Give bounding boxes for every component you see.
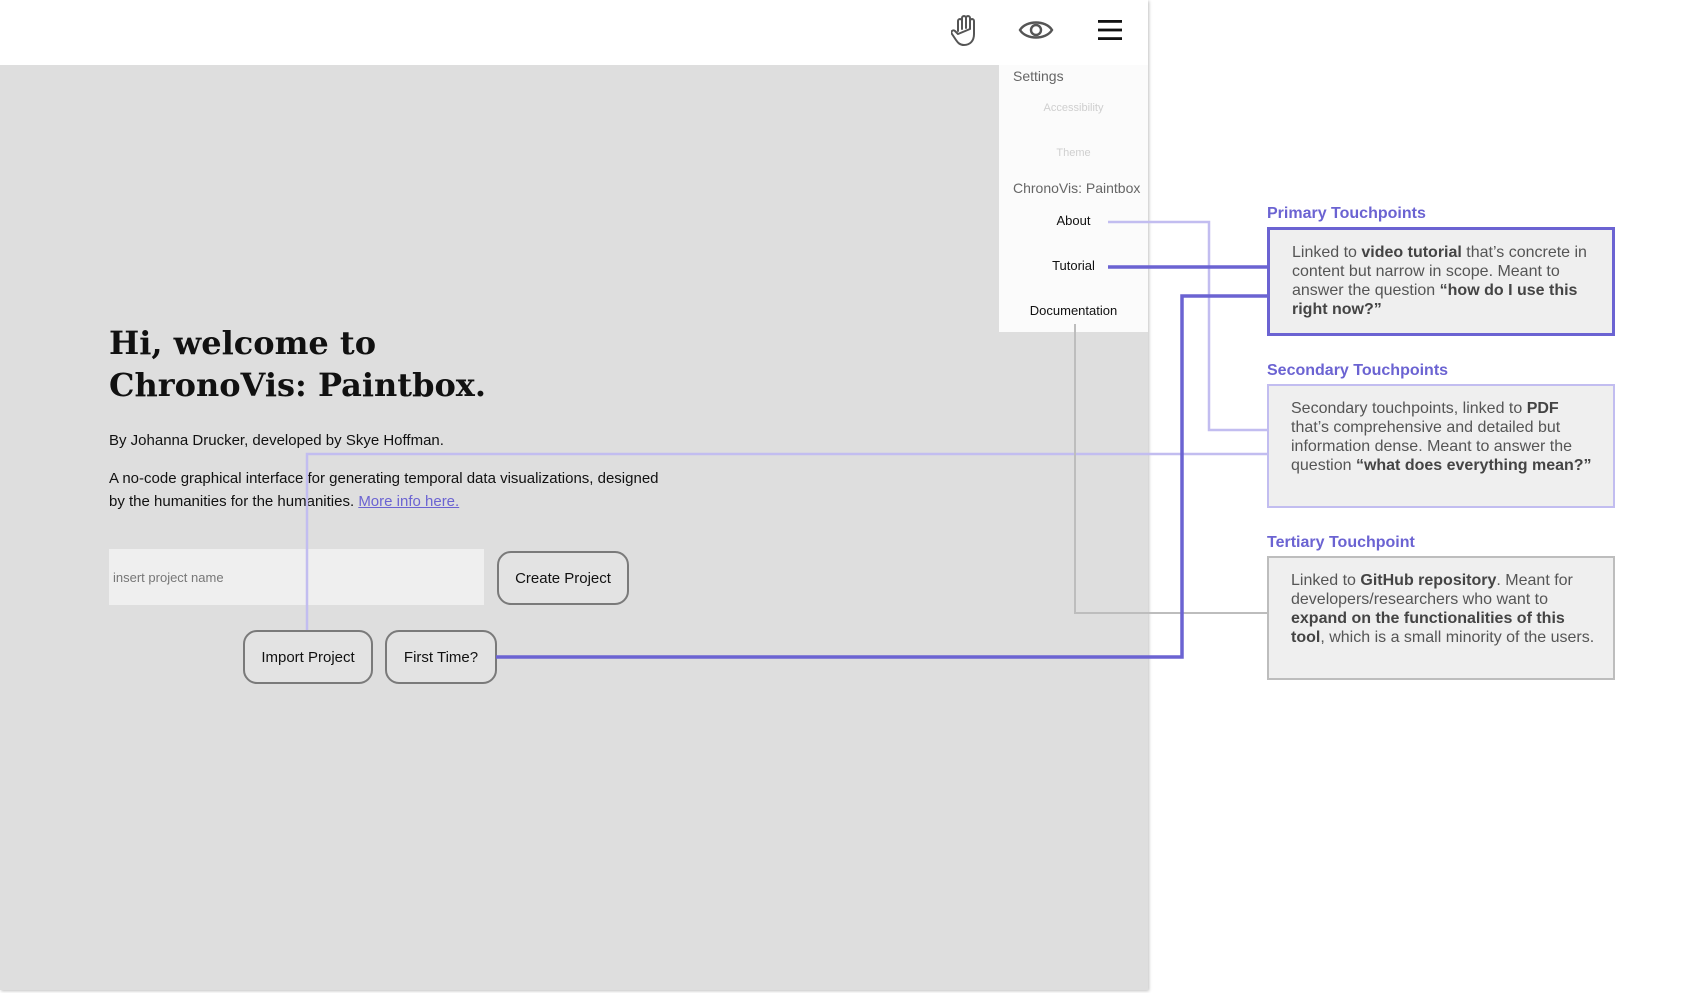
tertiary-text-3: , which is a small minority of the users… <box>1320 629 1595 646</box>
secondary-touchpoints-title: Secondary Touchpoints <box>1267 362 1449 379</box>
tertiary-touchpoint-box: Linked to GitHub repository. Meant for d… <box>1267 556 1615 680</box>
description: A no-code graphical interface for genera… <box>109 467 669 513</box>
page-title: Hi, welcome to ChronoVis: Paintbox. <box>109 322 709 406</box>
dropdown-menu: Settings Accessibility Theme ChronoVis: … <box>999 65 1148 332</box>
primary-touchpoints-title: Primary Touchpoints <box>1267 205 1426 222</box>
primary-text-1: Linked to <box>1292 244 1362 261</box>
more-info-link[interactable]: More info here. <box>358 493 459 510</box>
eye-icon[interactable] <box>1015 10 1057 50</box>
menu-item-theme[interactable]: Theme <box>999 147 1148 159</box>
menu-heading-settings: Settings <box>1013 68 1064 84</box>
create-project-button[interactable]: Create Project <box>497 551 629 605</box>
title-line-2: ChronoVis: Paintbox. <box>109 366 487 404</box>
import-project-button[interactable]: Import Project <box>243 630 373 684</box>
secondary-bold-2: “what does everything mean?” <box>1355 457 1592 474</box>
tertiary-bold-1: GitHub repository <box>1360 572 1497 589</box>
secondary-text-1: Secondary touchpoints, linked to <box>1291 400 1527 417</box>
primary-bold-1: video tutorial <box>1361 244 1462 261</box>
app-window: Settings Accessibility Theme ChronoVis: … <box>0 0 1148 990</box>
menu-item-accessibility[interactable]: Accessibility <box>999 102 1148 114</box>
main-canvas <box>0 65 1148 990</box>
tertiary-text-1: Linked to <box>1291 572 1361 589</box>
byline: By Johanna Drucker, developed by Skye Ho… <box>109 432 444 449</box>
secondary-touchpoints-box: Secondary touchpoints, linked to PDF tha… <box>1267 384 1615 508</box>
secondary-bold-1: PDF <box>1526 400 1559 417</box>
tertiary-touchpoint-title: Tertiary Touchpoint <box>1267 534 1415 551</box>
menu-item-documentation[interactable]: Documentation <box>999 303 1148 318</box>
menu-heading-app: ChronoVis: Paintbox <box>1013 180 1141 196</box>
first-time-button[interactable]: First Time? <box>385 630 497 684</box>
project-name-input[interactable] <box>109 549 484 605</box>
title-line-1: Hi, welcome to <box>109 324 377 362</box>
menu-item-about[interactable]: About <box>999 213 1148 228</box>
top-toolbar <box>0 0 1148 65</box>
hamburger-menu-icon[interactable] <box>1089 10 1131 50</box>
hand-icon[interactable] <box>945 10 987 50</box>
primary-touchpoints-box: Linked to video tutorial that’s concrete… <box>1267 227 1615 336</box>
menu-item-tutorial[interactable]: Tutorial <box>999 258 1148 273</box>
